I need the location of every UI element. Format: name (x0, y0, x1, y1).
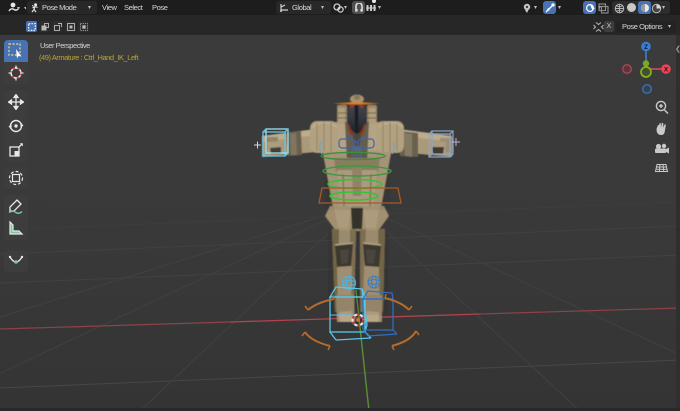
svg-text:Z: Z (644, 44, 648, 51)
svg-text:❮: ❮ (675, 45, 680, 53)
svg-text:X: X (664, 67, 669, 74)
